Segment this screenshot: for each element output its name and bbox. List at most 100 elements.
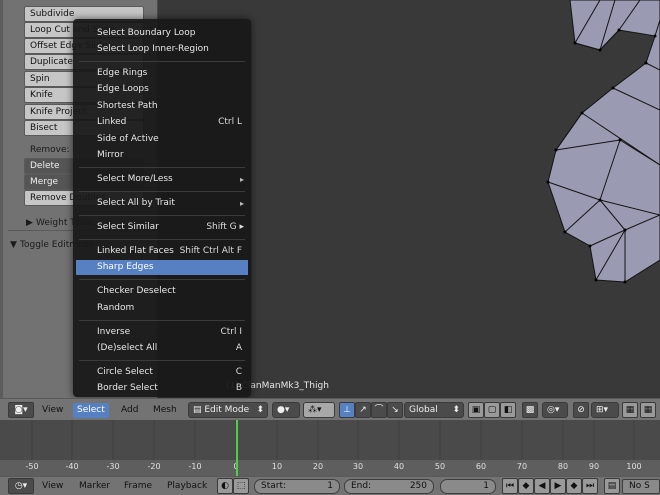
timeline-area[interactable]: -50 -40 -30 -20 -10 0 10 20 30 40 50 60 …: [0, 420, 660, 476]
menu-item-select-similar[interactable]: Select Similar Shift G ▸: [76, 220, 248, 235]
pivot-point-selector[interactable]: ⁂▾: [303, 402, 335, 418]
collapsed-triangle-icon: ▶: [26, 218, 33, 228]
view-menu[interactable]: View: [38, 403, 67, 418]
menu-item-sharp-edges[interactable]: Sharp Edges: [76, 260, 248, 275]
timeline-editor-type-icon[interactable]: ◷▾: [8, 478, 34, 494]
rotate-manipulator-icon[interactable]: ⌒: [371, 402, 387, 418]
expanded-triangle-icon: ▼: [10, 240, 17, 250]
current-frame-field[interactable]: 1: [440, 479, 496, 494]
submenu-arrow-icon: ▸: [239, 175, 244, 184]
end-frame-field[interactable]: End: 250: [344, 479, 434, 494]
snap-element-selector[interactable]: ⊞▾: [591, 402, 619, 418]
mesh-menu[interactable]: Mesh: [149, 403, 181, 418]
jump-end-icon[interactable]: ⏭: [582, 478, 598, 494]
menu-item-select-all-by-trait[interactable]: Select All by Trait ▸: [76, 196, 248, 211]
timeline-header: ◷▾ View Marker Frame Playback ◐ ⬚ Start:…: [0, 476, 660, 495]
menu-item-mirror[interactable]: Mirror: [76, 148, 248, 163]
select-menu: Select Boundary Loop Select Loop Inner-R…: [73, 19, 251, 397]
solid-shading-icon: ●▾: [277, 405, 290, 415]
proportional-editing-icon: ◎▾: [547, 405, 560, 415]
viewport-shading-selector[interactable]: ●▾: [272, 402, 300, 418]
prev-keyframe-icon[interactable]: ◆: [518, 478, 534, 494]
timeline-view-menu[interactable]: View: [42, 480, 63, 493]
timeline-tick: -30: [106, 462, 120, 471]
timeline-tick: 60: [475, 462, 487, 471]
edit-mode-icon: ▤: [193, 405, 205, 415]
sync-mode-selector[interactable]: No S: [622, 479, 660, 494]
add-menu[interactable]: Add: [117, 403, 142, 418]
timeline-grid: [31, 420, 635, 460]
menu-item-checker-deselect[interactable]: Checker Deselect: [76, 284, 248, 299]
timeline-tick: -40: [65, 462, 79, 471]
menu-item-select-loop-inner-region[interactable]: Select Loop Inner-Region: [76, 42, 248, 57]
timeline-tick: -50: [25, 462, 39, 471]
timeline-tick: 70: [516, 462, 528, 471]
menu-item-linked[interactable]: Linked Ctrl L: [76, 115, 248, 130]
shortcut-circle-select: C: [235, 367, 242, 377]
scale-manipulator-icon[interactable]: ↘: [387, 402, 403, 418]
layer-grid-icon[interactable]: ▦: [622, 402, 638, 418]
next-keyframe-icon[interactable]: ◆: [566, 478, 582, 494]
remove-label: Remove:: [30, 145, 70, 155]
timeline-tick: 50: [434, 462, 446, 471]
pivot-icon: ⁂▾: [308, 405, 322, 415]
layer-grid-icon-2[interactable]: ▦: [640, 402, 656, 418]
timeline-playhead[interactable]: [236, 420, 238, 476]
play-icon[interactable]: ▶: [550, 478, 566, 494]
transform-orientation-selector[interactable]: Global ⬍: [404, 402, 464, 418]
mode-selector[interactable]: ▤ Edit Mode ⬍: [188, 402, 268, 418]
timeline-tick: 40: [393, 462, 405, 471]
vertex-select-icon[interactable]: ▢: [484, 402, 500, 418]
select-menu-button[interactable]: Select: [73, 403, 109, 418]
menu-separator: [79, 320, 245, 321]
play-reverse-icon[interactable]: ◀: [534, 478, 550, 494]
keying-icon[interactable]: ⬚: [233, 478, 249, 494]
dropdown-arrow-icon: ⬍: [452, 405, 460, 415]
jump-start-icon[interactable]: ⏮: [502, 478, 518, 494]
timeline-tick: 80: [557, 462, 569, 471]
shortcut-select-similar: Shift G ▸: [206, 222, 244, 232]
menu-item-shortest-path[interactable]: Shortest Path: [76, 99, 248, 114]
auto-keyframe-icon[interactable]: ◐: [217, 478, 233, 494]
occlude-geometry-icon[interactable]: ▩: [522, 402, 538, 418]
menu-item-inverse[interactable]: Inverse Ctrl I: [76, 325, 248, 340]
start-frame-field[interactable]: Start: 1: [254, 479, 340, 494]
proportional-editing-selector[interactable]: ◎▾: [542, 402, 568, 418]
timeline-marker-menu[interactable]: Marker: [79, 480, 110, 493]
menu-item-select-more-less[interactable]: Select More/Less ▸: [76, 172, 248, 187]
menu-item-deselect-all[interactable]: (De)select All A: [76, 341, 248, 356]
menu-item-linked-flat-faces[interactable]: Linked Flat Faces Shift Ctrl Alt F: [76, 244, 248, 259]
menu-item-edge-rings[interactable]: Edge Rings: [76, 66, 248, 81]
audio-sync-icon[interactable]: ▤: [604, 478, 620, 494]
timeline-tick: 100: [626, 462, 642, 471]
menu-item-random[interactable]: Random: [76, 301, 248, 316]
editor-type-icon[interactable]: ◙▾: [8, 402, 34, 418]
timeline-tick: 30: [352, 462, 364, 471]
tool-shelf-scrollbar[interactable]: [0, 0, 3, 398]
menu-separator: [79, 61, 245, 62]
edge-select-icon[interactable]: ◧: [500, 402, 516, 418]
shortcut-linked-flat-faces: Shift Ctrl Alt F: [179, 246, 242, 256]
menu-item-circle-select[interactable]: Circle Select C: [76, 365, 248, 380]
translate-manipulator-icon[interactable]: ↗: [355, 402, 371, 418]
menu-item-select-boundary-loop[interactable]: Select Boundary Loop: [76, 26, 248, 41]
timeline-tick: 10: [271, 462, 283, 471]
menu-separator: [79, 167, 245, 168]
timeline-tick: 20: [312, 462, 324, 471]
menu-separator: [79, 360, 245, 361]
layers-icon[interactable]: ▣: [468, 402, 484, 418]
menu-item-edge-loops[interactable]: Edge Loops: [76, 82, 248, 97]
menu-item-border-select[interactable]: Border Select B: [76, 381, 248, 396]
timeline-tick: -20: [147, 462, 161, 471]
timeline-playback-menu[interactable]: Playback: [167, 480, 207, 493]
shortcut-inverse: Ctrl I: [220, 327, 242, 337]
3d-view-header: ◙▾ View Select Add Mesh ▤ Edit Mode ⬍ ●▾ …: [0, 398, 660, 420]
menu-separator: [79, 279, 245, 280]
timeline-frame-menu[interactable]: Frame: [124, 480, 152, 493]
snap-increment-icon: ⊞▾: [596, 405, 609, 415]
menu-item-side-of-active[interactable]: Side of Active: [76, 132, 248, 147]
snap-toggle-icon[interactable]: ⊘: [573, 402, 589, 418]
dropdown-arrow-icon: ⬍: [256, 405, 264, 415]
manipulator-toggle-icon[interactable]: ⊥: [339, 402, 355, 418]
timeline-tick: -10: [188, 462, 202, 471]
